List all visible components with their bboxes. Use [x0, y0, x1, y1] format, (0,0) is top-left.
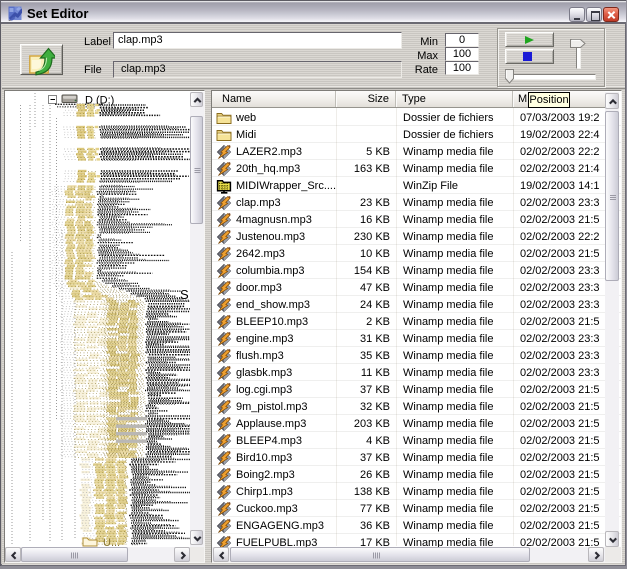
svg-text:S: S	[180, 287, 189, 302]
